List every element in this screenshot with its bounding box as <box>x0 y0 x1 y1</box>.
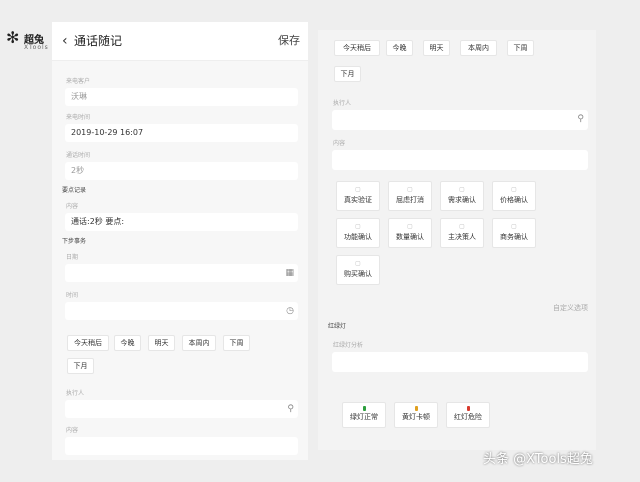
custom-options-link[interactable]: 自定义选项 <box>553 304 588 313</box>
chip-later-today[interactable]: 今天稍后 <box>334 40 380 56</box>
rabbit-logo-icon: ✻ <box>6 28 20 47</box>
tile-real-verify[interactable]: ▢ 真实验证 <box>336 181 380 211</box>
content-field[interactable] <box>332 150 588 170</box>
tile-decision-maker[interactable]: ▢ 主决策人 <box>440 218 484 248</box>
call-time-field[interactable]: 2019-10-29 16:07 <box>65 124 298 142</box>
chip-next-month[interactable]: 下月 <box>67 358 94 374</box>
chip-later-today[interactable]: 今天稍后 <box>67 335 109 351</box>
chip-next-week[interactable]: 下周 <box>507 40 534 56</box>
next-section-title: 下步事务 <box>62 238 87 245</box>
green-light-icon <box>362 406 366 411</box>
tile-need-confirm[interactable]: ▢ 需求确认 <box>440 181 484 211</box>
content2-label: 内容 <box>66 427 79 434</box>
executor-field[interactable]: ⚲ <box>65 400 298 418</box>
search-icon[interactable]: ⚲ <box>577 110 584 128</box>
chip-next-week[interactable]: 下周 <box>223 335 250 351</box>
executor-label: 执行人 <box>66 390 85 397</box>
clock-icon[interactable]: ◷ <box>286 302 294 320</box>
right-options-panel: 今天稍后 今晚 明天 本周内 下周 下月 执行人 ⚲ 内容 ▢ 真实验证 ▢ 屈… <box>318 30 596 450</box>
duration-label: 通话时间 <box>66 152 91 159</box>
tag-icon: ▢ <box>407 223 413 230</box>
tag-icon: ▢ <box>459 186 465 193</box>
red-light-button[interactable]: 红灯危险 <box>446 402 490 428</box>
tile-purchase-confirm[interactable]: ▢ 购买确认 <box>336 255 380 285</box>
executor-label: 执行人 <box>333 100 352 107</box>
chip-next-month[interactable]: 下月 <box>334 66 361 82</box>
save-button[interactable]: 保存 <box>278 34 300 48</box>
top-bar: ‹ 通话随记 保存 <box>52 22 308 61</box>
tile-quantity-confirm[interactable]: ▢ 数量确认 <box>388 218 432 248</box>
search-icon[interactable]: ⚲ <box>287 400 294 418</box>
chip-tomorrow[interactable]: 明天 <box>148 335 175 351</box>
chip-tonight[interactable]: 今晚 <box>114 335 141 351</box>
yellow-light-icon <box>414 406 418 411</box>
time-field[interactable]: ◷ <box>65 302 298 320</box>
date-label: 日期 <box>66 254 79 261</box>
page-title: 通话随记 <box>74 34 123 48</box>
green-light-button[interactable]: 绿灯正常 <box>342 402 386 428</box>
tag-icon: ▢ <box>459 223 465 230</box>
traffic-analysis-field[interactable] <box>332 352 588 372</box>
calendar-icon[interactable]: ▦ <box>285 264 294 282</box>
yellow-light-button[interactable]: 黄灯卡顿 <box>394 402 438 428</box>
content-label: 内容 <box>66 203 79 210</box>
tile-feature-confirm[interactable]: ▢ 功能确认 <box>336 218 380 248</box>
call-note-panel: ‹ 通话随记 保存 来电客户 沃琳 来电时间 2019-10-29 16:07 … <box>52 22 308 460</box>
customer-label: 来电客户 <box>66 78 91 85</box>
note-section-title: 要点记录 <box>62 187 87 194</box>
tag-icon: ▢ <box>407 186 413 193</box>
app-logo: ✻ 超兔 XTools <box>4 30 50 56</box>
chip-this-week[interactable]: 本周内 <box>460 40 497 56</box>
traffic-analysis-label: 红绿灯分析 <box>333 342 364 349</box>
duration-field[interactable]: 2秒 <box>65 162 298 180</box>
executor-field[interactable]: ⚲ <box>332 110 588 130</box>
content2-field[interactable] <box>65 437 298 455</box>
tag-icon: ▢ <box>511 223 517 230</box>
red-light-icon <box>466 406 470 411</box>
logo-text-en: XTools <box>24 44 49 51</box>
tag-icon: ▢ <box>355 260 361 267</box>
tile-concern-resolve[interactable]: ▢ 屈虑打消 <box>388 181 432 211</box>
chip-this-week[interactable]: 本周内 <box>182 335 216 351</box>
tile-price-confirm[interactable]: ▢ 价格确认 <box>492 181 536 211</box>
date-field[interactable]: ▦ <box>65 264 298 282</box>
content-label: 内容 <box>333 140 346 147</box>
content-field[interactable]: 通话:2秒 要点: <box>65 213 298 231</box>
customer-field[interactable]: 沃琳 <box>65 88 298 106</box>
tag-icon: ▢ <box>511 186 517 193</box>
chip-tonight[interactable]: 今晚 <box>386 40 413 56</box>
back-chevron-icon[interactable]: ‹ <box>62 32 68 50</box>
chip-tomorrow[interactable]: 明天 <box>423 40 450 56</box>
tag-icon: ▢ <box>355 223 361 230</box>
tile-business-confirm[interactable]: ▢ 商务确认 <box>492 218 536 248</box>
watermark: 头条 @XTools超兔 <box>483 452 593 467</box>
tag-icon: ▢ <box>355 186 361 193</box>
time-label: 时间 <box>66 292 79 299</box>
call-time-label: 来电时间 <box>66 114 91 121</box>
traffic-light-section-title: 红绿灯 <box>328 323 347 330</box>
